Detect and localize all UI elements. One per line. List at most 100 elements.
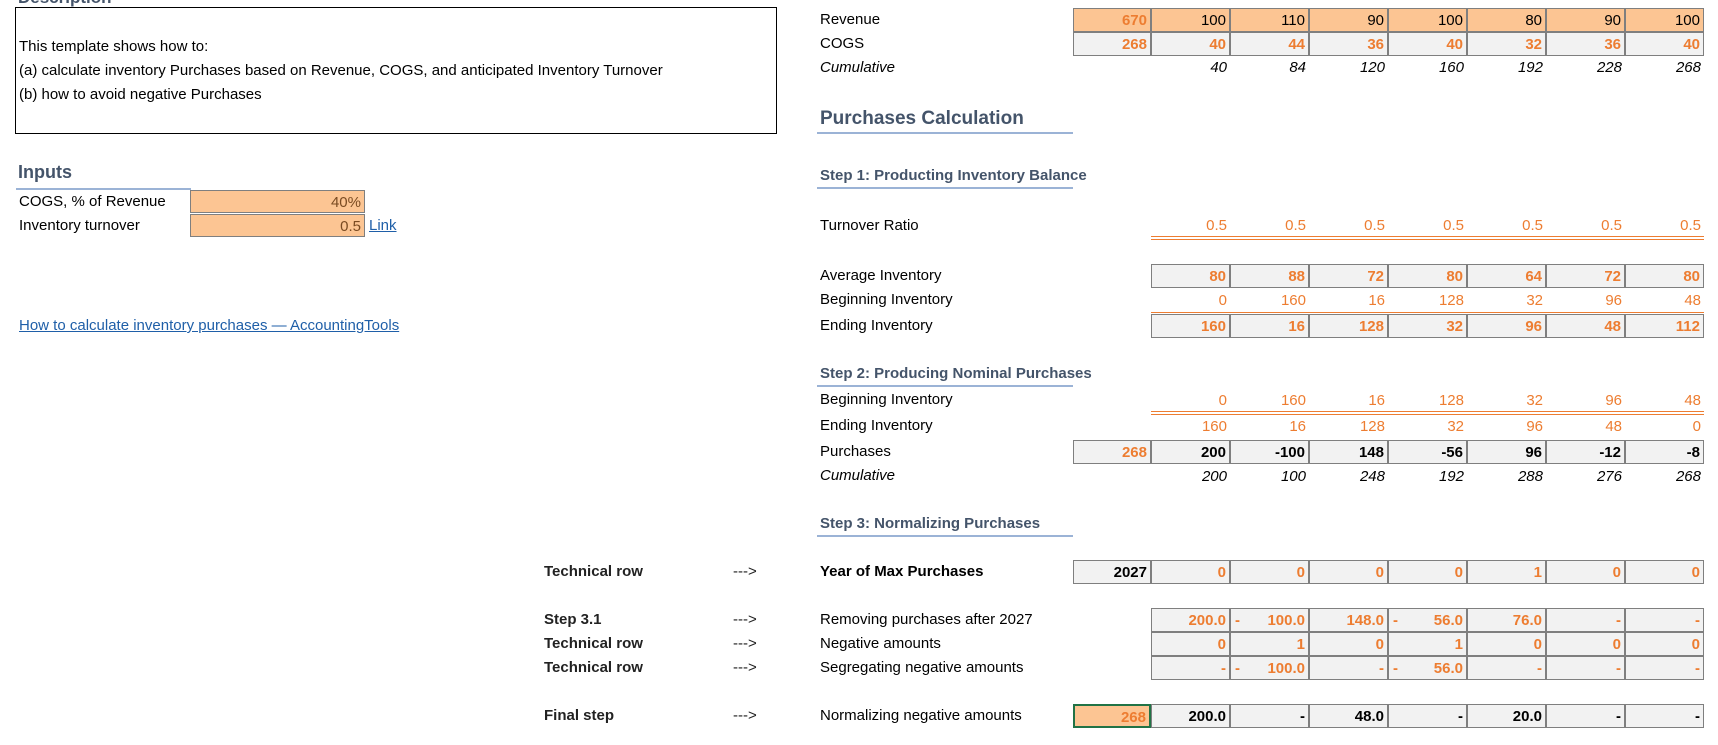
step2-end-cell-5[interactable]: 96 [1467,415,1546,439]
cumulative-cell-6[interactable]: 228 [1546,56,1625,80]
negative-amounts-cell-3[interactable]: 0 [1309,632,1388,656]
step2-end-cell-7[interactable]: 0 [1625,415,1704,439]
remove-cell-1[interactable]: 200.0 [1151,608,1230,632]
inventory-turnover-input[interactable]: 0.5 [190,214,365,237]
year-max-cell-3[interactable]: 0 [1309,560,1388,584]
avg-inventory-cell-3[interactable]: 72 [1309,264,1388,288]
negative-amounts-cell-1[interactable]: 0 [1151,632,1230,656]
negative-amounts-cell-6[interactable]: 0 [1546,632,1625,656]
avg-inventory-cell-1[interactable]: 80 [1151,264,1230,288]
purch-cumulative-cell-6[interactable]: 276 [1546,465,1625,489]
remove-cell-4[interactable]: - 56.0 [1388,608,1467,632]
year-max-cell-7[interactable]: 0 [1625,560,1704,584]
step2-end-cell-4[interactable]: 32 [1388,415,1467,439]
year-max-cell-1[interactable]: 0 [1151,560,1230,584]
purchases-cell-3[interactable]: 148 [1309,440,1388,464]
turnover-cell-7[interactable]: 0.5 [1625,214,1704,238]
remove-cell-5[interactable]: 76.0 [1467,608,1546,632]
purch-cumulative-cell-7[interactable]: 268 [1625,465,1704,489]
cogs-cell-7[interactable]: 40 [1625,32,1704,56]
cogs-cell-2[interactable]: 44 [1230,32,1309,56]
reference-link[interactable]: How to calculate inventory purchases — A… [19,317,399,334]
turnover-cell-6[interactable]: 0.5 [1546,214,1625,238]
purchases-cell-5[interactable]: 96 [1467,440,1546,464]
normalizing-cell-3[interactable]: 48.0 [1309,704,1388,728]
turnover-cell-2[interactable]: 0.5 [1230,214,1309,238]
cogs-cell-4[interactable]: 40 [1388,32,1467,56]
cogs-cell-3[interactable]: 36 [1309,32,1388,56]
revenue-cell-3[interactable]: 90 [1309,8,1388,32]
step2-end-cell-6[interactable]: 48 [1546,415,1625,439]
step2-beg-cell-1[interactable]: 0 [1151,389,1230,413]
segregating-cell-2[interactable]: - 100.0 [1230,656,1309,680]
beg-inventory-cell-5[interactable]: 32 [1467,289,1546,313]
purch-cumulative-cell-2[interactable]: 100 [1230,465,1309,489]
cumulative-cell-2[interactable]: 84 [1230,56,1309,80]
step2-end-cell-1[interactable]: 160 [1151,415,1230,439]
beg-inventory-cell-2[interactable]: 160 [1230,289,1309,313]
beg-inventory-cell-4[interactable]: 128 [1388,289,1467,313]
segregating-cell-7[interactable]: - [1625,656,1704,680]
year-max-cell-6[interactable]: 0 [1546,560,1625,584]
cogs-cell-1[interactable]: 40 [1151,32,1230,56]
normalizing-cell-2[interactable]: - [1230,704,1309,728]
step2-beg-cell-4[interactable]: 128 [1388,389,1467,413]
segregating-cell-4[interactable]: - 56.0 [1388,656,1467,680]
cogs-pct-input[interactable]: 40% [190,190,365,213]
normalizing-cell-6[interactable]: - [1546,704,1625,728]
avg-inventory-cell-6[interactable]: 72 [1546,264,1625,288]
cogs-cell-6[interactable]: 36 [1546,32,1625,56]
end-inventory-cell-1[interactable]: 160 [1151,314,1230,338]
cumulative-cell-7[interactable]: 268 [1625,56,1704,80]
avg-inventory-cell-2[interactable]: 88 [1230,264,1309,288]
normalizing-cell-4[interactable]: - [1388,704,1467,728]
revenue-cell-1[interactable]: 100 [1151,8,1230,32]
beg-inventory-cell-7[interactable]: 48 [1625,289,1704,313]
purchases-cell-4[interactable]: -56 [1388,440,1467,464]
segregating-cell-5[interactable]: - [1467,656,1546,680]
cumulative-cell-4[interactable]: 160 [1388,56,1467,80]
end-inventory-cell-3[interactable]: 128 [1309,314,1388,338]
purch-cumulative-cell-5[interactable]: 288 [1467,465,1546,489]
avg-inventory-cell-4[interactable]: 80 [1388,264,1467,288]
negative-amounts-cell-7[interactable]: 0 [1625,632,1704,656]
turnover-cell-4[interactable]: 0.5 [1388,214,1467,238]
turnover-cell-1[interactable]: 0.5 [1151,214,1230,238]
revenue-cell-2[interactable]: 110 [1230,8,1309,32]
step2-beg-cell-7[interactable]: 48 [1625,389,1704,413]
remove-cell-6[interactable]: - [1546,608,1625,632]
revenue-cell-5[interactable]: 80 [1467,8,1546,32]
end-inventory-cell-2[interactable]: 16 [1230,314,1309,338]
cumulative-cell-1[interactable]: 40 [1151,56,1230,80]
year-max-cell-4[interactable]: 0 [1388,560,1467,584]
purchases-total-cell[interactable]: 268 [1073,440,1151,464]
segregating-cell-3[interactable]: - [1309,656,1388,680]
turnover-cell-3[interactable]: 0.5 [1309,214,1388,238]
remove-cell-2[interactable]: - 100.0 [1230,608,1309,632]
year-max-cell-2[interactable]: 0 [1230,560,1309,584]
step2-beg-cell-3[interactable]: 16 [1309,389,1388,413]
segregating-cell-1[interactable]: - [1151,656,1230,680]
step2-beg-cell-2[interactable]: 160 [1230,389,1309,413]
end-inventory-cell-5[interactable]: 96 [1467,314,1546,338]
step2-end-cell-2[interactable]: 16 [1230,415,1309,439]
year-max-cell-5[interactable]: 1 [1467,560,1546,584]
purchases-cell-2[interactable]: -100 [1230,440,1309,464]
normalizing-cell-5[interactable]: 20.0 [1467,704,1546,728]
end-inventory-cell-7[interactable]: 112 [1625,314,1704,338]
purchases-cell-1[interactable]: 200 [1151,440,1230,464]
step2-beg-cell-5[interactable]: 32 [1467,389,1546,413]
revenue-cell-7[interactable]: 100 [1625,8,1704,32]
step2-beg-cell-6[interactable]: 96 [1546,389,1625,413]
end-inventory-cell-6[interactable]: 48 [1546,314,1625,338]
purch-cumulative-cell-3[interactable]: 248 [1309,465,1388,489]
avg-inventory-cell-7[interactable]: 80 [1625,264,1704,288]
cumulative-cell-5[interactable]: 192 [1467,56,1546,80]
avg-inventory-cell-5[interactable]: 64 [1467,264,1546,288]
negative-amounts-cell-5[interactable]: 0 [1467,632,1546,656]
cogs-cell-5[interactable]: 32 [1467,32,1546,56]
beg-inventory-cell-3[interactable]: 16 [1309,289,1388,313]
segregating-cell-6[interactable]: - [1546,656,1625,680]
remove-cell-7[interactable]: - [1625,608,1704,632]
revenue-total-cell[interactable]: 670 [1073,8,1151,32]
